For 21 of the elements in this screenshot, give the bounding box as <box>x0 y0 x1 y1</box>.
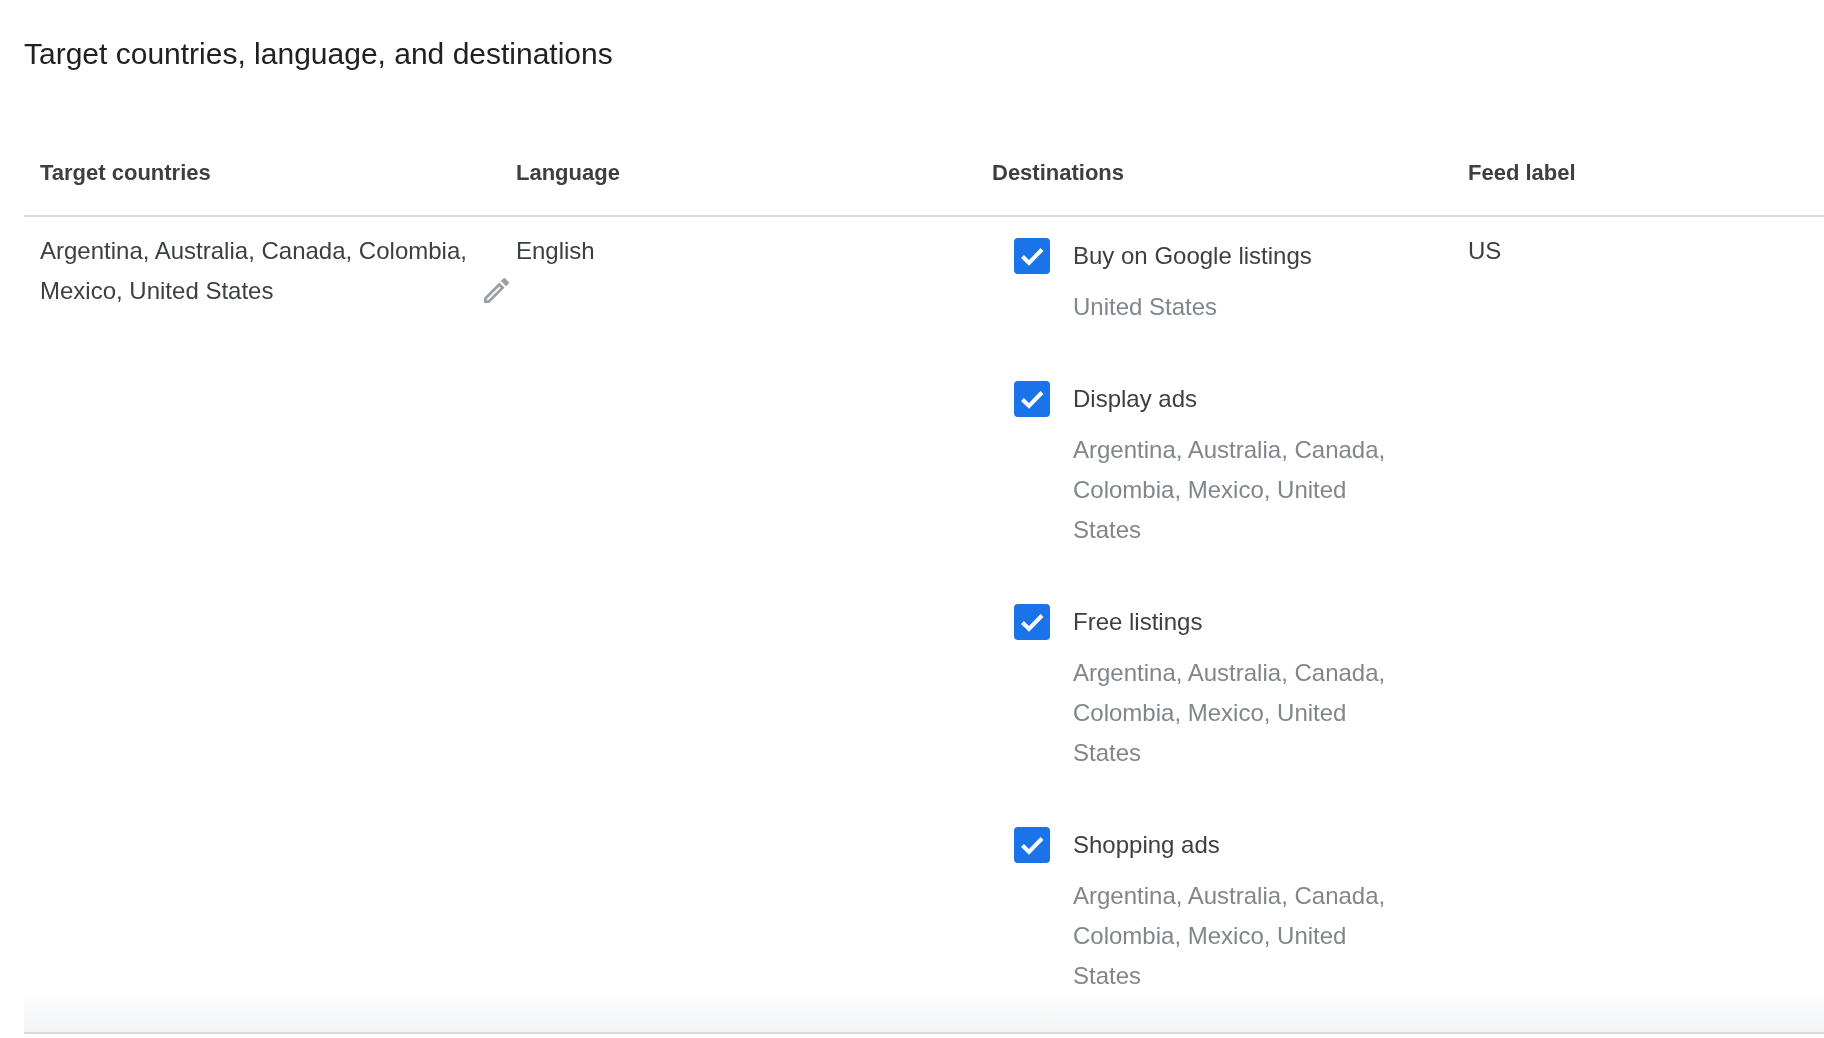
destination-countries: Argentina, Australia, Canada, Colombia, Mexico, United States <box>1073 658 1387 768</box>
pencil-icon[interactable] <box>484 278 509 303</box>
section-title: Target countries, language, and destinations <box>24 36 614 72</box>
destination-countries: United States <box>1073 292 1219 322</box>
language-text: English <box>516 237 595 264</box>
destination-countries: Argentina, Australia, Canada, Colombia, Mexico, United States <box>1073 435 1387 545</box>
countries-text: Argentina, Australia, Canada, Colombia, Mexico, United States <box>40 236 468 306</box>
column-header: Feed label <box>1468 160 1576 185</box>
destination-label: Free listings <box>1073 607 1204 637</box>
checkbox[interactable] <box>1014 238 1050 274</box>
column-header: Language <box>516 160 620 185</box>
feed-label-text: US <box>1468 237 1502 264</box>
column-header: Destinations <box>992 160 1125 185</box>
destination-countries: Argentina, Australia, Canada, Colombia, Mexico, United States <box>1073 881 1387 991</box>
checkbox[interactable] <box>1014 604 1050 640</box>
destination-label: Buy on Google listings <box>1073 241 1313 271</box>
checkbox[interactable] <box>1014 827 1050 863</box>
column-header: Target countries <box>40 160 211 185</box>
destination-label: Display ads <box>1073 384 1199 414</box>
checkbox[interactable] <box>1014 381 1050 417</box>
destination-label: Shopping ads <box>1073 830 1221 860</box>
